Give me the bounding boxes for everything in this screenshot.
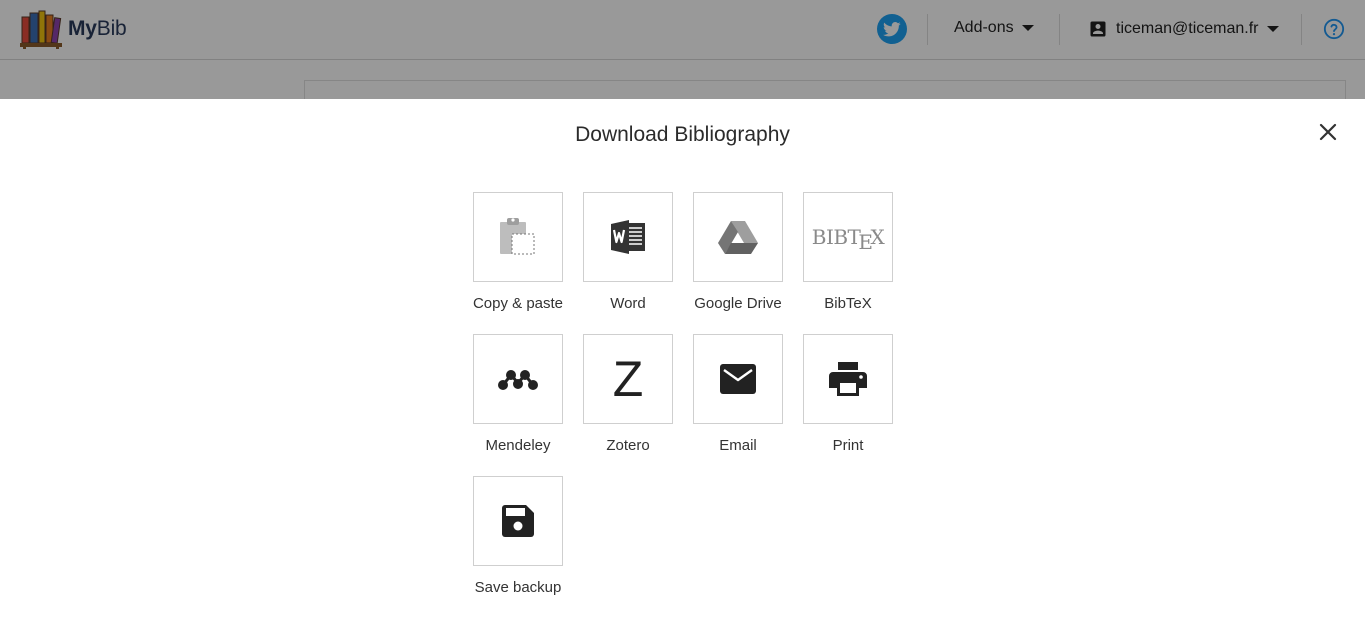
mendeley-option[interactable]: Mendeley	[463, 334, 573, 454]
mendeley-icon	[498, 370, 538, 390]
bibtex-button[interactable]: BIBTEX	[803, 192, 893, 282]
mendeley-label: Mendeley	[485, 437, 551, 454]
word-label: Word	[610, 295, 646, 312]
google-drive-option[interactable]: Google Drive	[683, 192, 793, 312]
email-icon	[720, 364, 756, 394]
zotero-icon: Z	[612, 351, 644, 407]
close-icon[interactable]	[1316, 120, 1340, 144]
google-drive-label: Google Drive	[694, 295, 782, 312]
zotero-label: Zotero	[606, 437, 650, 454]
email-button[interactable]	[693, 334, 783, 424]
print-icon	[829, 362, 867, 396]
save-backup-button[interactable]	[473, 476, 563, 566]
word-option[interactable]: Word	[573, 192, 683, 312]
save-backup-label: Save backup	[474, 579, 562, 596]
copy-paste-label: Copy & paste	[472, 295, 564, 312]
mendeley-button[interactable]	[473, 334, 563, 424]
zotero-option[interactable]: Z Zotero	[573, 334, 683, 454]
copy-paste-button[interactable]	[473, 192, 563, 282]
bibtex-icon: BIBTEX	[811, 225, 885, 254]
google-drive-icon	[718, 221, 758, 254]
save-backup-option[interactable]: Save backup	[463, 476, 573, 596]
email-label: Email	[719, 437, 757, 454]
copy-paste-option[interactable]: Copy & paste	[463, 192, 573, 312]
print-option[interactable]: Print	[793, 334, 903, 454]
word-button[interactable]	[583, 192, 673, 282]
google-drive-button[interactable]	[693, 192, 783, 282]
zotero-button[interactable]: Z	[583, 334, 673, 424]
word-icon	[611, 220, 645, 254]
save-icon	[502, 505, 534, 537]
print-button[interactable]	[803, 334, 893, 424]
print-label: Print	[832, 437, 864, 454]
modal-title: Download Bibliography	[575, 123, 790, 146]
download-bibliography-modal: Download Bibliography Copy & paste Word	[0, 99, 1365, 637]
bibtex-label: BibTeX	[824, 295, 872, 312]
clipboard-icon	[500, 218, 535, 255]
bibtex-option[interactable]: BIBTEX BibTeX	[793, 192, 903, 312]
email-option[interactable]: Email	[683, 334, 793, 454]
